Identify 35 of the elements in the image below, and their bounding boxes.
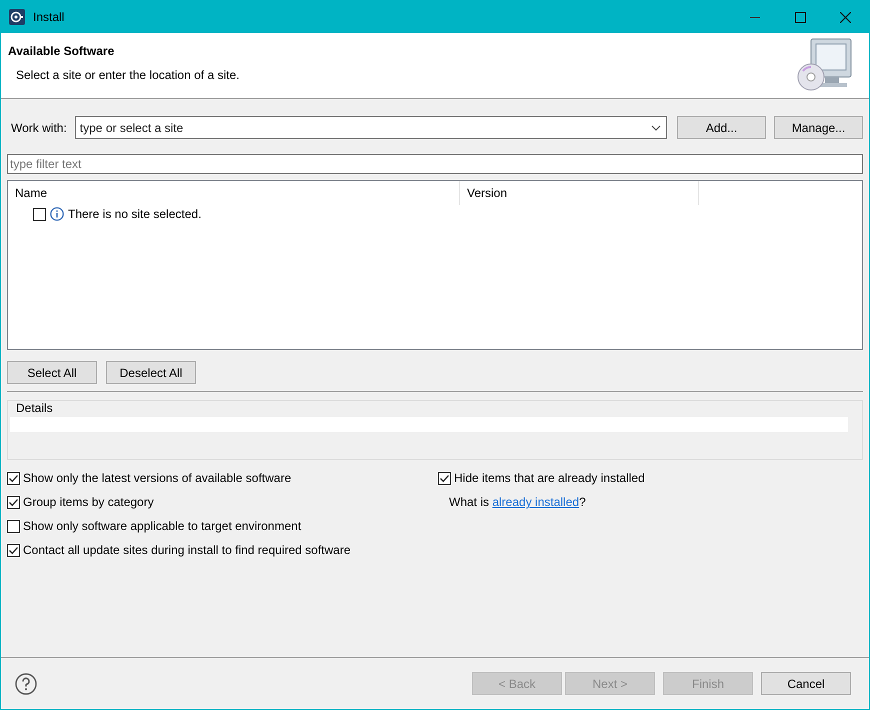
page-subtitle: Select a site or enter the location of a site.	[16, 67, 240, 84]
row-text: There is no site selected.	[68, 206, 202, 223]
already-installed-link[interactable]: already installed	[492, 493, 580, 511]
minimize-icon[interactable]	[750, 16, 760, 18]
checkbox[interactable]	[7, 544, 20, 556]
help-icon[interactable]	[15, 672, 37, 694]
option-label: Group items by category	[23, 494, 154, 511]
checkbox[interactable]	[7, 496, 20, 508]
option-label: Hide items that are already installed	[454, 470, 645, 487]
button[interactable]: Deselect All	[106, 361, 196, 384]
column-header[interactable]: Name	[8, 181, 460, 205]
checkbox[interactable]	[33, 208, 46, 220]
site-combo[interactable]: type or select a site	[74, 116, 667, 139]
close-icon[interactable]	[840, 12, 851, 22]
maximize-icon[interactable]	[795, 12, 806, 22]
checkbox[interactable]	[7, 520, 20, 532]
button[interactable]: Add...	[677, 116, 766, 139]
info-icon	[50, 207, 64, 221]
work-with-label: Work with:	[11, 120, 67, 136]
option-label: Contact all update sites during install to find required software	[23, 542, 351, 559]
details-label: Details	[16, 400, 53, 417]
checkbox[interactable]	[7, 472, 20, 484]
button[interactable]: Cancel	[761, 672, 851, 695]
column-header[interactable]: Version	[460, 181, 699, 205]
option-label: Show only the latest versions of available software	[23, 470, 292, 487]
app-icon	[9, 9, 25, 25]
filter-field[interactable]: type filter text	[7, 154, 863, 174]
button[interactable]: Manage...	[774, 116, 863, 139]
page-title: Available Software	[8, 43, 116, 60]
checkbox[interactable]	[438, 472, 451, 484]
button[interactable]: Select All	[7, 361, 97, 384]
installed-note: What is already installed?	[449, 492, 587, 513]
option-label: Show only software applicable to target environment	[23, 518, 302, 535]
chevron-down-icon	[651, 125, 661, 131]
window-title: Install	[33, 9, 64, 26]
